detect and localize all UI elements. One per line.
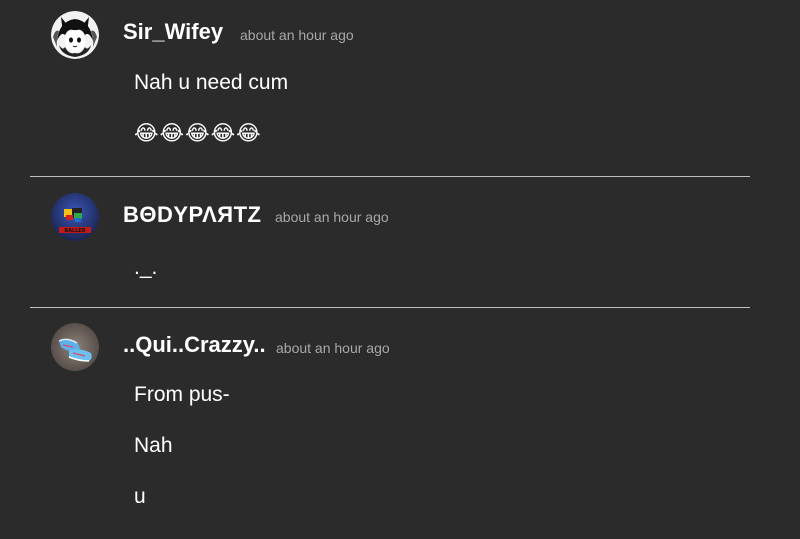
timestamp: about an hour ago bbox=[275, 209, 389, 225]
comment-text: Nah bbox=[134, 434, 173, 457]
comment-item: BALLER ΒΘDΥΡΛЯΤΖ about an hour ago ._. bbox=[0, 177, 800, 307]
comment-feed: Sir_Wifey about an hour ago Nah u need c… bbox=[0, 0, 800, 539]
comment-text: ._. bbox=[134, 256, 158, 279]
comment-text: u bbox=[134, 485, 146, 508]
comment-text: Nah u need cum bbox=[134, 71, 289, 94]
comment-item: Sir_Wifey about an hour ago Nah u need c… bbox=[0, 0, 800, 176]
timestamp: about an hour ago bbox=[240, 27, 354, 43]
avatar[interactable] bbox=[51, 323, 99, 371]
avatar[interactable]: BALLER bbox=[51, 193, 99, 241]
timestamp: about an hour ago bbox=[276, 340, 390, 356]
comment-emoji: 😂😂😂😂😂 bbox=[134, 122, 262, 145]
avatar[interactable] bbox=[51, 11, 99, 59]
comment-text: From pus- bbox=[134, 383, 230, 406]
blue-sneakers-avatar-icon bbox=[51, 323, 99, 371]
username[interactable]: Sir_Wifey bbox=[123, 19, 223, 45]
username[interactable]: ..Qui..Crazzy.. bbox=[123, 332, 266, 358]
username[interactable]: ΒΘDΥΡΛЯΤΖ bbox=[123, 202, 261, 228]
roblox-baller-avatar-icon: BALLER bbox=[51, 193, 99, 241]
svg-text:BALLER: BALLER bbox=[64, 228, 85, 234]
comment-item: ..Qui..Crazzy.. about an hour ago From p… bbox=[0, 308, 800, 539]
anime-character-avatar-icon bbox=[51, 11, 99, 59]
